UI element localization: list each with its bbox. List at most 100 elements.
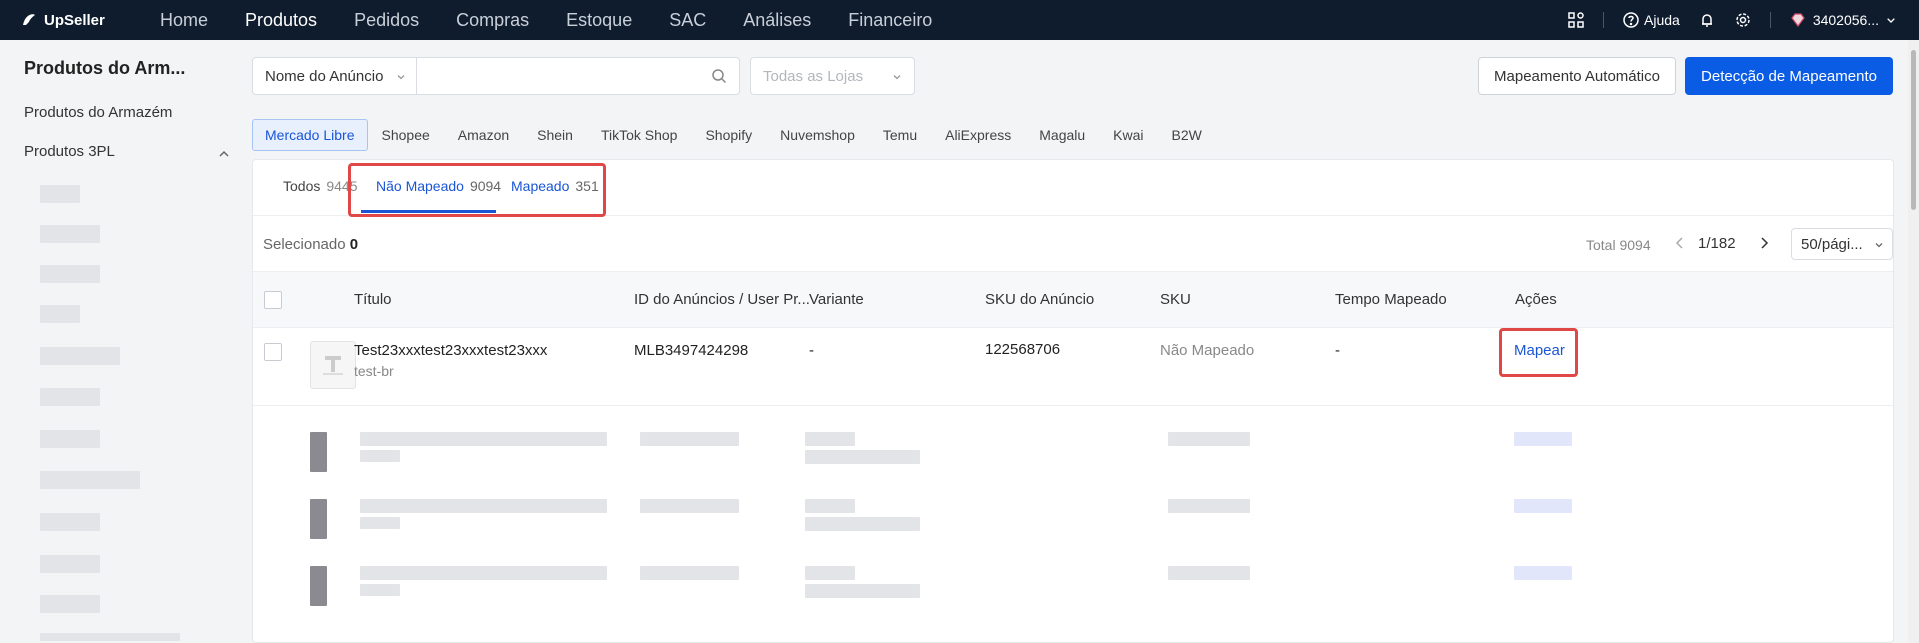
nav-pedidos[interactable]: Pedidos (354, 10, 419, 31)
search-field-select[interactable]: Nome do Anúncio (252, 57, 417, 95)
blurred-thumbnail[interactable] (310, 432, 327, 472)
detect-mapping-button[interactable]: Detecção de Mapeamento (1685, 57, 1893, 95)
listing-sku: 122568706 (985, 341, 1061, 358)
nav-sac[interactable]: SAC (669, 10, 706, 31)
column-variant: Variante (809, 291, 864, 308)
channel-amazon[interactable]: Amazon (444, 119, 523, 151)
nav-home[interactable]: Home (160, 10, 208, 31)
channel-temu[interactable]: Temu (869, 119, 931, 151)
selected-count: Selecionado 0 (263, 236, 358, 253)
row-checkbox[interactable] (264, 343, 282, 361)
logo-icon (23, 14, 35, 27)
blurred-sidebar-item[interactable] (40, 471, 140, 489)
blurred-map-link[interactable] (1514, 499, 1572, 513)
column-title: Título (354, 291, 392, 308)
nav-estoque[interactable]: Estoque (566, 10, 632, 31)
auto-mapping-button[interactable]: Mapeamento Automático (1478, 57, 1676, 95)
tab-todos[interactable]: Todos 9445 (283, 178, 358, 194)
nav-produtos[interactable]: Produtos (245, 10, 317, 31)
gear-icon[interactable] (1734, 11, 1752, 29)
total-count: Total 9094 (1586, 237, 1651, 253)
upseller-logo[interactable]: UpSeller (20, 11, 160, 29)
chevron-down-icon (1887, 18, 1895, 23)
per-page-select[interactable]: 50/pági... (1791, 228, 1893, 260)
column-listing-id: ID do Anúncios / User Pr... (634, 291, 810, 308)
blurred-sidebar-item[interactable] (40, 305, 80, 323)
blurred-sidebar-item[interactable] (40, 265, 100, 283)
channel-kwai[interactable]: Kwai (1099, 119, 1157, 151)
mapped-time: - (1335, 342, 1340, 359)
blurred-text (805, 450, 920, 464)
blurred-map-link[interactable] (1514, 566, 1572, 580)
scrollbar-thumb[interactable] (1911, 50, 1916, 210)
selected-label: Selecionado (263, 236, 346, 253)
blurred-text (1168, 566, 1250, 580)
highlight-box (1499, 328, 1578, 377)
blurred-sidebar-item[interactable] (40, 185, 80, 203)
blurred-thumbnail[interactable] (310, 566, 327, 606)
channel-shopify[interactable]: Shopify (691, 119, 766, 151)
chevron-up-icon[interactable] (218, 148, 230, 160)
nav-compras[interactable]: Compras (456, 10, 529, 31)
chevron-left-icon[interactable] (1673, 236, 1687, 250)
channel-tiktok-shop[interactable]: TikTok Shop (587, 119, 692, 151)
nav-analises[interactable]: Análises (743, 10, 811, 31)
blurred-text (805, 566, 855, 580)
help-link[interactable]: Ajuda (1622, 11, 1680, 29)
blurred-text (360, 432, 607, 446)
nav-financeiro[interactable]: Financeiro (848, 10, 932, 31)
product-thumbnail[interactable] (310, 341, 356, 389)
blurred-sidebar-item[interactable] (40, 388, 100, 406)
channel-mercado-libre[interactable]: Mercado Libre (252, 119, 368, 151)
column-actions: Ações (1515, 291, 1557, 308)
channel-shein[interactable]: Shein (523, 119, 587, 151)
blurred-text (360, 517, 400, 529)
blurred-map-link[interactable] (1514, 432, 1572, 446)
product-store: test-br (354, 363, 394, 379)
nav-divider (1603, 12, 1605, 28)
channel-aliexpress[interactable]: AliExpress (931, 119, 1025, 151)
blurred-text (360, 566, 607, 580)
channel-b2w[interactable]: B2W (1158, 119, 1216, 151)
column-listing-sku: SKU do Anúncio (985, 291, 1095, 308)
blurred-text (805, 584, 920, 598)
blurred-sidebar-item[interactable] (40, 555, 100, 573)
channel-magalu[interactable]: Magalu (1025, 119, 1099, 151)
channel-nuvemshop[interactable]: Nuvemshop (766, 119, 869, 151)
blurred-text (1168, 499, 1250, 513)
account-label: 3402056... (1812, 12, 1879, 28)
channel-shopee[interactable]: Shopee (368, 119, 444, 151)
blurred-sidebar-item[interactable] (40, 633, 180, 641)
per-page-value: 50/pági... (1801, 235, 1863, 253)
blurred-text (805, 432, 855, 446)
blurred-text (640, 566, 739, 580)
select-all-checkbox[interactable] (264, 291, 282, 309)
account-menu[interactable]: 3402056... (1789, 11, 1897, 29)
page-scrollbar[interactable] (1908, 40, 1919, 643)
variant-value: - (809, 342, 814, 359)
apps-grid-icon[interactable] (1567, 11, 1585, 29)
sidebar-item-3pl-products[interactable]: Produtos 3PL (24, 143, 115, 160)
selected-value: 0 (349, 236, 359, 253)
chevron-right-icon[interactable] (1757, 236, 1771, 250)
search-icon[interactable] (711, 68, 727, 84)
nav-divider (1769, 12, 1771, 28)
sidebar-title: Produtos do Arm... (24, 58, 186, 78)
table-toolbar: Selecionado 0 Total 9094 1/182 50/pági..… (253, 216, 1893, 272)
blurred-sidebar-item[interactable] (40, 430, 100, 448)
blurred-sidebar-item[interactable] (40, 225, 100, 243)
blurred-text (360, 499, 607, 513)
sidebar-item-warehouse-products[interactable]: Produtos do Armazém (24, 104, 172, 121)
blurred-thumbnail[interactable] (310, 499, 327, 539)
search-input[interactable] (417, 58, 697, 94)
blurred-sidebar-item[interactable] (40, 513, 100, 531)
blurred-sidebar-item[interactable] (40, 595, 100, 613)
store-select-placeholder: Todas as Lojas (763, 67, 864, 85)
help-icon (1623, 12, 1639, 28)
store-select[interactable]: Todas as Lojas (750, 57, 915, 95)
blurred-sidebar-item[interactable] (40, 347, 120, 365)
main-content: Nome do Anúncio Todas as Lojas Mapeament… (240, 40, 1919, 643)
bell-icon[interactable] (1698, 11, 1716, 29)
blurred-text (805, 517, 920, 531)
listing-id: MLB3497424298 (634, 342, 749, 359)
